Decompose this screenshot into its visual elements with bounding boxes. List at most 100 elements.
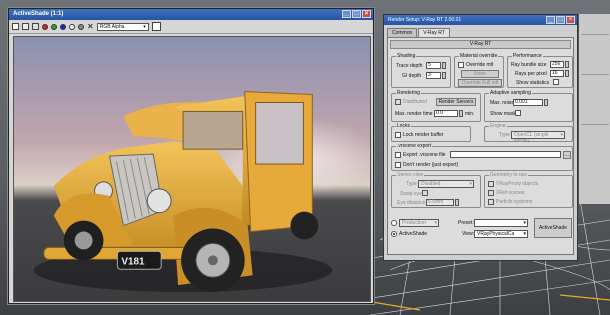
shading-title: Shading xyxy=(396,53,417,59)
shading-group: Shading Trace depth 5 GI depth 3 xyxy=(391,53,451,88)
tab-vray-rt[interactable]: V-Ray RT xyxy=(418,28,450,37)
rendering-title: Rendering xyxy=(396,90,422,96)
geometry-title: Geometry to use xyxy=(489,172,528,178)
copy-icon[interactable] xyxy=(22,23,29,30)
distributed-checkbox[interactable] xyxy=(395,99,401,105)
mono-icon[interactable] xyxy=(78,23,84,30)
vrayproxy-label: VRayProxy objects xyxy=(496,181,539,187)
dont-render-checkbox[interactable] xyxy=(395,162,401,168)
material-override-title: Material override xyxy=(459,53,499,59)
vray-rt-rollout: V-Ray RT Shading Trace depth 5 GI depth … xyxy=(387,37,574,255)
browse-file-button[interactable]: ... xyxy=(563,151,571,159)
ray-bundle-label: Ray bundle size xyxy=(511,62,547,68)
clear-icon[interactable]: ✕ xyxy=(87,22,94,31)
close-icon[interactable]: × xyxy=(362,10,371,18)
close-icon[interactable]: × xyxy=(566,16,575,24)
render-setup-title: Render Setup: V-Ray RT 2.00.01 xyxy=(388,17,462,23)
command-panel[interactable] xyxy=(578,14,610,204)
lock-render-buffer-label: Lock render buffer xyxy=(403,132,444,138)
override-mtl-none-button[interactable]: None xyxy=(461,70,499,78)
red-channel-icon[interactable] xyxy=(42,23,48,30)
panel-divider xyxy=(581,124,609,125)
minimize-icon[interactable]: _ xyxy=(342,10,351,18)
vrscene-file-input[interactable] xyxy=(450,151,561,158)
locks-group: Locks Lock render buffer xyxy=(391,123,471,142)
eye-distance-input[interactable]: 6.5mm xyxy=(426,199,454,206)
swap-eyes-checkbox[interactable] xyxy=(422,190,428,196)
vrayproxy-checkbox[interactable] xyxy=(488,181,494,187)
particle-systems-label: Particle systems xyxy=(496,199,533,205)
save-icon[interactable] xyxy=(12,23,19,30)
distributed-label: Distributed xyxy=(403,99,427,105)
vrscene-export-title: .vrscene export xyxy=(396,143,433,149)
render-setup-title-bar[interactable]: Render Setup: V-Ray RT 2.00.01 _ □ × xyxy=(384,15,577,25)
chevron-down-icon: ▾ xyxy=(143,23,146,30)
production-radio[interactable] xyxy=(391,220,397,226)
clone-icon[interactable] xyxy=(32,23,39,30)
trace-depth-input[interactable]: 5 xyxy=(426,62,441,69)
preset-label: Preset: xyxy=(458,220,474,226)
activeshade-radio[interactable] xyxy=(391,231,397,237)
render-setup-dialog[interactable]: Render Setup: V-Ray RT 2.00.01 _ □ × Com… xyxy=(383,14,578,261)
rollout-header[interactable]: V-Ray RT xyxy=(390,40,571,49)
activeshade-label: ActiveShade xyxy=(399,231,428,237)
show-mask-checkbox[interactable] xyxy=(515,110,521,116)
blue-channel-icon[interactable] xyxy=(60,23,66,30)
engine-type-select[interactable]: OpenCL (single kernel) xyxy=(511,131,565,144)
maximize-icon[interactable]: □ xyxy=(556,16,565,24)
material-override-group: Material override Override mtl None Over… xyxy=(454,53,504,88)
channel-select[interactable]: RGB Alpha ▾ xyxy=(96,22,149,31)
view-select[interactable]: VRayPhysicalCa xyxy=(474,230,528,238)
render-image: V181 xyxy=(13,36,371,302)
rays-per-pixel-input[interactable]: 16 xyxy=(550,70,564,77)
gi-depth-spinner[interactable] xyxy=(442,72,446,79)
license-plate: V181 xyxy=(121,256,145,267)
min-label: min. xyxy=(465,111,475,117)
panel-divider xyxy=(581,34,609,35)
eye-distance-spinner[interactable] xyxy=(455,199,459,206)
max-noise-spinner[interactable] xyxy=(544,99,548,106)
trace-depth-label: Trace depth xyxy=(396,63,423,69)
max-render-time-input[interactable]: 0.0 xyxy=(434,110,458,117)
export-vrscene-label: Export .vrscene file xyxy=(403,152,446,158)
override-full-mtl-button[interactable]: Override Full mtl xyxy=(458,79,502,87)
view-label: View: xyxy=(462,231,475,237)
activeshade-title: ActiveShade (1:1) xyxy=(13,11,64,17)
alpha-channel-icon[interactable] xyxy=(69,23,75,30)
lock-render-buffer-checkbox[interactable] xyxy=(395,132,401,138)
ray-bundle-input[interactable]: 256 xyxy=(550,61,564,68)
trace-depth-spinner[interactable] xyxy=(442,62,446,69)
render-servers-button[interactable]: Render Servers xyxy=(436,98,476,106)
preset-select[interactable] xyxy=(474,219,528,227)
stereo-type-label: Type xyxy=(406,181,417,187)
engine-title: Engine xyxy=(489,123,507,129)
xref-scenes-label: XRef scenes xyxy=(496,190,525,196)
ray-bundle-spinner[interactable] xyxy=(565,61,569,68)
max-render-time-spinner[interactable] xyxy=(459,110,463,117)
max-noise-label: Max. noise xyxy=(490,100,515,106)
max-noise-input[interactable]: 0.001 xyxy=(513,99,543,106)
activeshade-render-button[interactable]: ActiveShade xyxy=(534,218,572,238)
color-swatch[interactable] xyxy=(151,22,161,31)
stereo-view-group: Stereo view Type Disabled Swap eyes Eye … xyxy=(391,172,481,208)
maximize-icon[interactable]: □ xyxy=(352,10,361,18)
minimize-icon[interactable]: _ xyxy=(546,16,555,24)
xref-scenes-checkbox[interactable] xyxy=(488,190,494,196)
show-mask-label: Show mask xyxy=(490,111,516,117)
gi-depth-label: GI depth xyxy=(402,73,422,79)
tab-common[interactable]: Common xyxy=(387,28,418,37)
activeshade-window[interactable]: ActiveShade (1:1) _ □ × ✕ RGB Alpha ▾ V1… xyxy=(8,8,374,304)
rays-per-pixel-spinner[interactable] xyxy=(565,70,569,77)
stereo-view-title: Stereo view xyxy=(396,172,425,178)
production-mode-select[interactable]: Production xyxy=(399,219,439,227)
show-statistics-checkbox[interactable] xyxy=(553,79,559,85)
activeshade-title-bar[interactable]: ActiveShade (1:1) _ □ × xyxy=(9,9,373,20)
green-channel-icon[interactable] xyxy=(51,23,57,30)
max-render-time-label: Max. render time xyxy=(395,111,433,117)
particle-systems-checkbox[interactable] xyxy=(488,199,494,205)
export-vrscene-checkbox[interactable] xyxy=(395,152,401,158)
locks-title: Locks xyxy=(396,123,412,129)
override-mtl-checkbox[interactable] xyxy=(458,62,464,68)
stereo-type-select[interactable]: Disabled xyxy=(418,180,474,188)
gi-depth-input[interactable]: 3 xyxy=(426,72,441,79)
